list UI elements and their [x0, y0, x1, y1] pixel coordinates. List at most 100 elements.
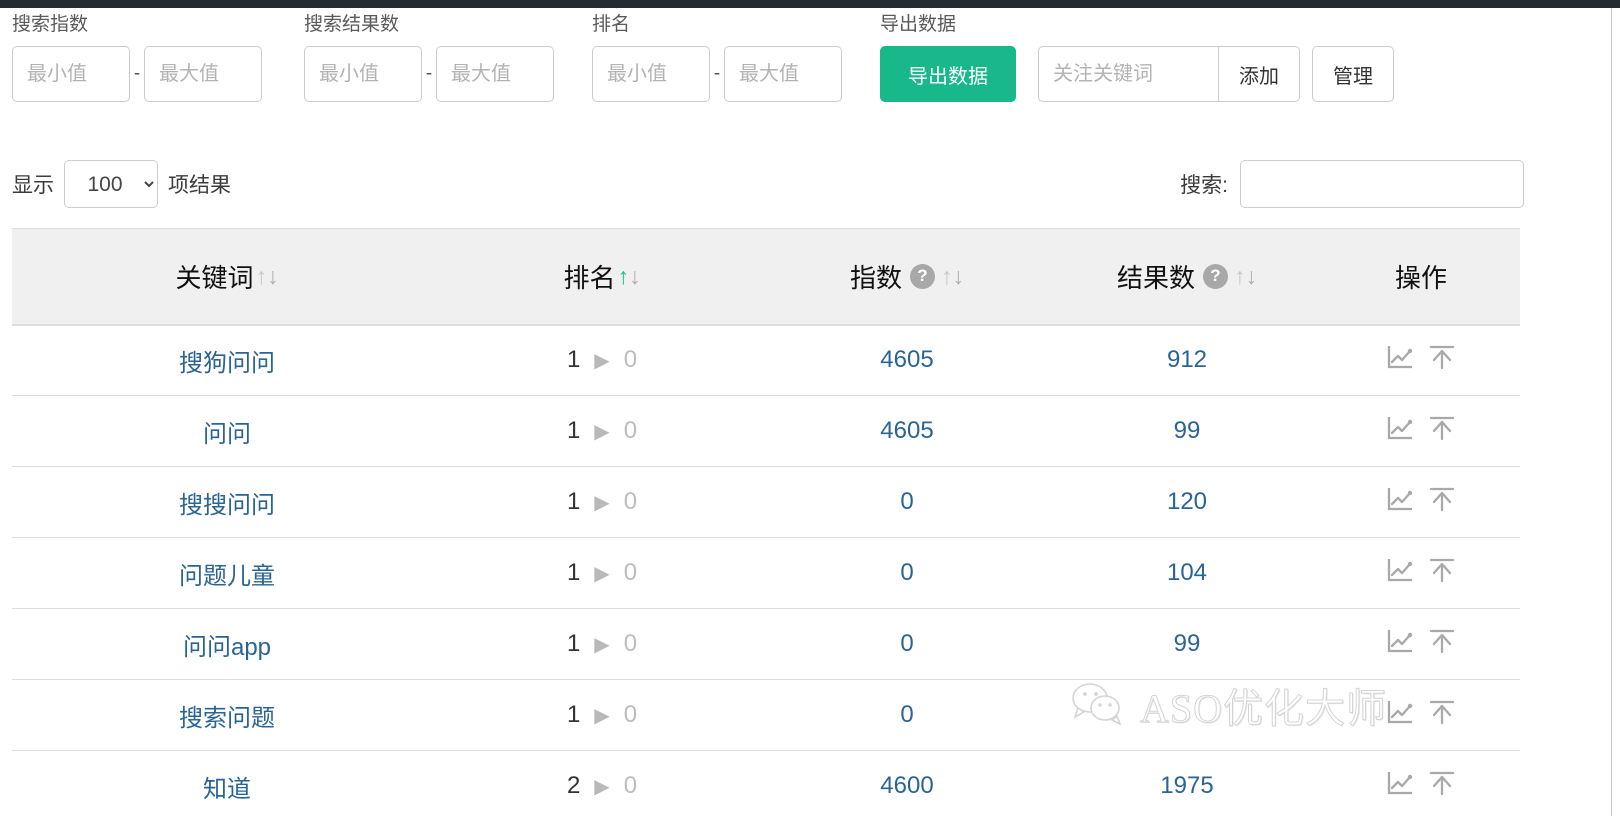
cell-keyword: 问问	[12, 395, 442, 467]
sort-icons-results: ↑ ↓	[1234, 264, 1258, 288]
cell-actions	[1322, 679, 1520, 751]
rank-current-value: 1	[566, 630, 581, 657]
rank-previous-value: 0	[623, 346, 638, 374]
line-chart-icon[interactable]	[1385, 342, 1415, 372]
index-value[interactable]: 4605	[880, 417, 933, 444]
rank-top-arrow-icon[interactable]	[1427, 626, 1457, 656]
line-chart-icon[interactable]	[1385, 768, 1415, 798]
line-chart-icon[interactable]	[1385, 626, 1415, 656]
results-per-page-select[interactable]: 100	[64, 160, 158, 208]
table-header-row: 关键词 ↑ ↓ 排名 ↑ ↓ 指数 ? ↑ ↓ 结果数 ? ↑ ↓ 操作	[12, 228, 1520, 326]
results-value[interactable]: 99	[1174, 417, 1201, 444]
cell-index: 0	[762, 537, 1052, 609]
rank-current-value: 2	[566, 772, 581, 799]
filter-group-follow-keyword: 添加 管理	[1038, 46, 1394, 102]
sort-descending-icon[interactable]: ↓	[953, 264, 965, 288]
column-header-index[interactable]: 指数 ? ↑ ↓	[762, 228, 1052, 326]
column-header-actions: 操作	[1322, 228, 1520, 326]
sort-descending-icon[interactable]: ↓	[629, 264, 641, 288]
search-results-min-input[interactable]	[304, 46, 422, 102]
page-root: 搜索指数 - 搜索结果数 - 排名 - 导出数据	[0, 0, 1620, 816]
sort-descending-icon[interactable]: ↓	[267, 264, 279, 288]
follow-keyword-input[interactable]	[1038, 46, 1218, 102]
sort-ascending-icon[interactable]: ↑	[941, 264, 953, 288]
cell-results: 1975	[1052, 750, 1322, 816]
rank-current-value: 1	[566, 559, 581, 586]
cell-results: 99	[1052, 608, 1322, 680]
keyword-table: 关键词 ↑ ↓ 排名 ↑ ↓ 指数 ? ↑ ↓ 结果数 ? ↑ ↓ 操作 搜狗问…	[12, 228, 1520, 816]
cell-actions	[1322, 466, 1520, 538]
line-chart-icon[interactable]	[1385, 697, 1415, 727]
cell-rank: 1 ▶ 0	[442, 679, 762, 751]
cell-rank: 1 ▶ 0	[442, 537, 762, 609]
rank-top-arrow-icon[interactable]	[1427, 342, 1457, 372]
cell-rank: 2 ▶ 0	[442, 750, 762, 816]
search-results-max-input[interactable]	[436, 46, 554, 102]
column-header-results[interactable]: 结果数 ? ↑ ↓	[1052, 228, 1322, 326]
table-search-control: 搜索:	[1180, 160, 1524, 208]
length-suffix-label: 项结果	[168, 174, 231, 197]
keyword-link[interactable]: 搜索问题	[179, 705, 275, 732]
filter-label-search-results: 搜索结果数	[304, 14, 400, 35]
line-chart-icon[interactable]	[1385, 484, 1415, 514]
results-value[interactable]: 1975	[1160, 772, 1213, 799]
filter-label-search-index: 搜索指数	[12, 14, 89, 35]
rank-previous-value: 0	[623, 559, 638, 586]
help-icon[interactable]: ?	[1203, 263, 1228, 289]
line-chart-icon[interactable]	[1385, 413, 1415, 443]
keyword-link[interactable]: 搜搜问问	[179, 492, 275, 519]
index-value[interactable]: 0	[900, 488, 913, 515]
index-value[interactable]: 0	[900, 559, 913, 586]
results-value[interactable]: 99	[1174, 630, 1201, 657]
cell-actions	[1322, 750, 1520, 816]
sort-ascending-icon[interactable]: ↑	[256, 264, 268, 288]
rank-top-arrow-icon[interactable]	[1427, 413, 1457, 443]
table-search-input[interactable]	[1240, 160, 1524, 208]
cell-actions	[1322, 537, 1520, 609]
rank-top-arrow-icon[interactable]	[1427, 555, 1457, 585]
cell-index: 0	[762, 466, 1052, 538]
cell-keyword: 问题儿童	[12, 537, 442, 609]
column-header-rank[interactable]: 排名 ↑ ↓	[442, 228, 762, 326]
column-header-keyword[interactable]: 关键词 ↑ ↓	[12, 228, 442, 326]
index-value[interactable]: 0	[900, 701, 913, 728]
keyword-link[interactable]: 搜狗问问	[179, 350, 275, 377]
sort-descending-icon[interactable]: ↓	[1246, 264, 1258, 288]
rank-top-arrow-icon[interactable]	[1427, 768, 1457, 798]
cell-index: 0	[762, 608, 1052, 680]
cell-keyword: 搜搜问问	[12, 466, 442, 538]
filter-group-export: 导出数据 导出数据	[880, 14, 1016, 102]
search-index-min-input[interactable]	[12, 46, 130, 102]
rank-change-arrow-icon: ▶	[594, 349, 610, 372]
index-value[interactable]: 4605	[880, 346, 933, 373]
rank-min-input[interactable]	[592, 46, 710, 102]
help-icon[interactable]: ?	[910, 263, 935, 289]
rank-max-input[interactable]	[724, 46, 842, 102]
rank-top-arrow-icon[interactable]	[1427, 697, 1457, 727]
results-value[interactable]: 104	[1167, 559, 1207, 586]
keyword-link[interactable]: 问问app	[183, 634, 271, 661]
export-data-button[interactable]: 导出数据	[880, 46, 1016, 102]
sort-ascending-icon[interactable]: ↑	[618, 264, 630, 288]
results-value[interactable]: 120	[1167, 488, 1207, 515]
keyword-link[interactable]: 知道	[203, 776, 251, 803]
keyword-link[interactable]: 问问	[203, 421, 251, 448]
manage-keywords-button[interactable]: 管理	[1312, 46, 1394, 102]
index-value[interactable]: 0	[900, 630, 913, 657]
search-index-separator: -	[133, 63, 141, 84]
rank-current-value: 1	[566, 488, 581, 515]
rank-top-arrow-icon[interactable]	[1427, 484, 1457, 514]
page-right-edge	[1611, 8, 1612, 816]
add-keyword-button[interactable]: 添加	[1218, 46, 1300, 102]
rank-previous-value: 0	[623, 772, 638, 799]
results-value[interactable]: 912	[1167, 346, 1207, 373]
line-chart-icon[interactable]	[1385, 555, 1415, 585]
export-group-label: 导出数据	[880, 14, 957, 35]
index-value[interactable]: 4600	[880, 772, 933, 799]
table-row: 问问 1 ▶ 0 4605 99	[12, 395, 1520, 467]
search-index-max-input[interactable]	[144, 46, 262, 102]
keyword-link[interactable]: 问题儿童	[179, 563, 275, 590]
rank-current-value: 1	[566, 346, 581, 374]
sort-ascending-icon[interactable]: ↑	[1234, 264, 1246, 288]
cell-results: 912	[1052, 324, 1322, 396]
